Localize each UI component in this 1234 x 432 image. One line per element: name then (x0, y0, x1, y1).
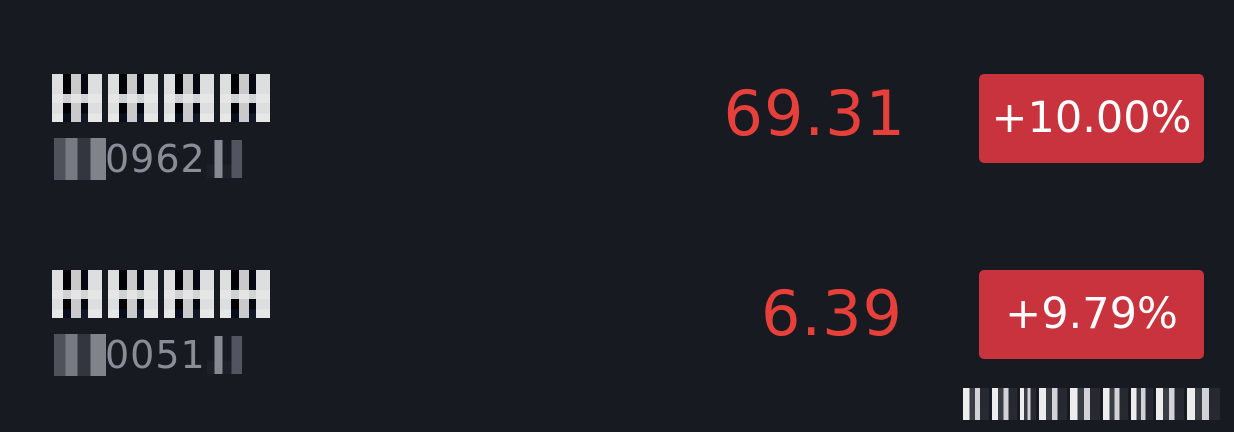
price-label: 6.39 (760, 277, 903, 350)
watermark-segment (1130, 388, 1154, 420)
obscured-character (52, 74, 102, 122)
obscured-code-suffix (206, 336, 242, 374)
obscured-code-prefix (54, 334, 106, 376)
obscured-code-suffix (206, 140, 242, 178)
watermark-segment (992, 388, 1017, 420)
stock-row[interactable]: 0962 69.31 +10.00% (0, 74, 1234, 234)
change-badge: +9.79% (979, 270, 1204, 359)
watermark-segment (1187, 388, 1220, 420)
watermark-segment (1156, 388, 1185, 420)
obscured-character (220, 74, 270, 122)
watermark-obscured (963, 388, 1220, 420)
watermark-segment (1039, 388, 1068, 420)
obscured-character (220, 270, 270, 318)
stock-code-visible: 0962 (105, 137, 206, 181)
stock-name-obscured (52, 74, 270, 122)
stock-code-visible: 0051 (105, 333, 206, 377)
obscured-character (164, 74, 214, 122)
obscured-character (164, 270, 214, 318)
stock-code: 0051 (54, 333, 242, 377)
watermark-segment (1070, 388, 1101, 420)
price-label: 69.31 (723, 77, 906, 150)
change-badge: +10.00% (979, 74, 1204, 163)
watermark-segment (1019, 388, 1037, 420)
obscured-character (108, 74, 158, 122)
obscured-character (52, 270, 102, 318)
stock-code: 0962 (54, 137, 242, 181)
obscured-code-prefix (54, 138, 106, 180)
watermark-segment (963, 388, 990, 420)
watermark-segment (1103, 388, 1128, 420)
obscured-character (108, 270, 158, 318)
stock-name-obscured (52, 270, 270, 318)
